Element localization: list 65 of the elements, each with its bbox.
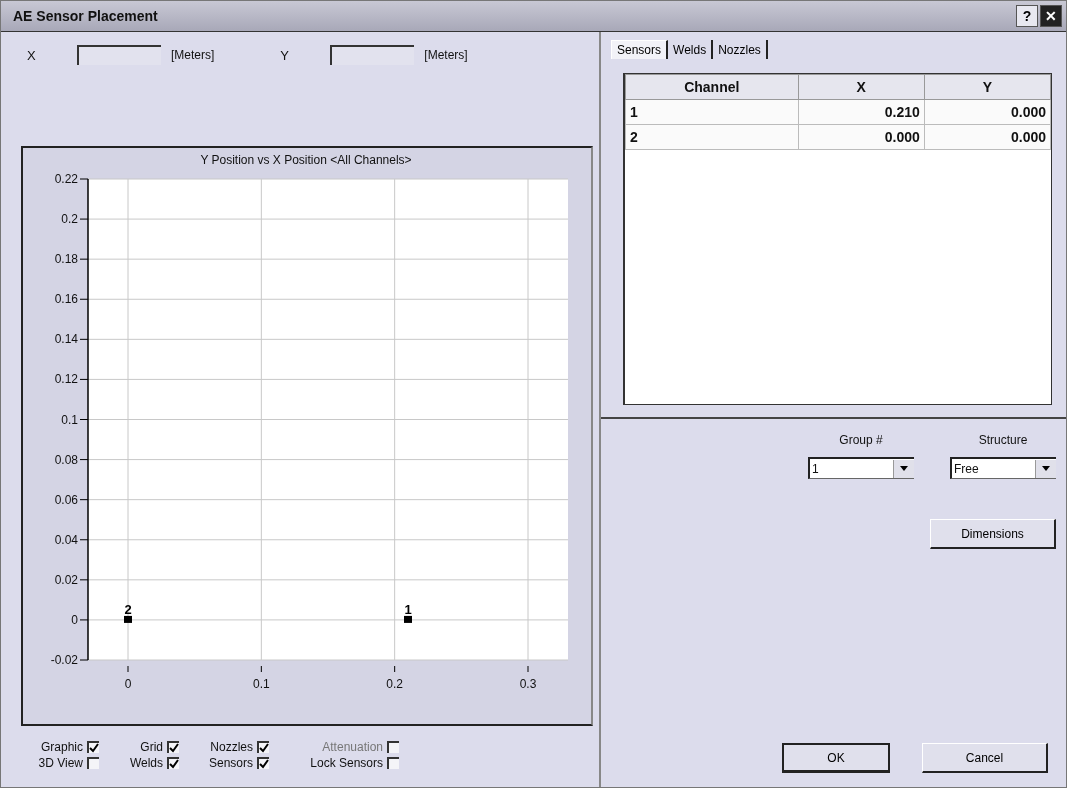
- table-cell: 0.000: [924, 99, 1051, 125]
- checkbox-label: Attenuation: [322, 740, 383, 754]
- structure-label: Structure: [978, 433, 1028, 447]
- table-cell: 0.000: [924, 124, 1051, 150]
- tab[interactable]: Sensors: [611, 40, 669, 59]
- y-tick-label: 0: [71, 612, 78, 627]
- y-tick-label: 0.22: [54, 172, 78, 186]
- table-cell: 0.210: [798, 99, 925, 125]
- group-dropdown[interactable]: 1: [808, 457, 914, 479]
- y-tick-label: 0.04: [54, 532, 78, 547]
- checkbox-label: Nozzles: [210, 740, 253, 754]
- sensor-marker: [404, 615, 412, 623]
- table-cell: 2: [625, 124, 799, 150]
- y-tick-label: 0.1: [61, 412, 78, 427]
- unit-label: [Meters]: [424, 48, 468, 62]
- field-label: X: [26, 47, 37, 63]
- chart-title: Y Position vs X Position <All Channels>: [200, 153, 412, 167]
- checkbox-label: Welds: [129, 756, 163, 770]
- checkbox[interactable]: [387, 757, 399, 769]
- checkbox-label: Graphic: [40, 740, 83, 754]
- checkbox-label: Grid: [140, 740, 163, 754]
- tab[interactable]: Welds: [668, 40, 714, 59]
- y-tick-label: -0.02: [50, 653, 78, 667]
- y-tick-label: 0.14: [54, 332, 78, 347]
- table-cell: 0.000: [798, 124, 925, 150]
- checkbox[interactable]: [167, 741, 179, 753]
- x-tick-label: 0.1: [253, 677, 270, 691]
- checkbox-label: Lock Sensors: [310, 756, 383, 770]
- checkbox-label: Sensors: [208, 756, 253, 770]
- y-tick-label: 0.02: [54, 572, 78, 587]
- checkbox[interactable]: [257, 757, 269, 769]
- sensor-label: 1: [404, 601, 412, 617]
- help-button[interactable]: ?: [1016, 5, 1038, 27]
- unit-label: [Meters]: [171, 48, 215, 62]
- structure-dropdown[interactable]: Free: [950, 457, 1056, 479]
- close-button[interactable]: ✕: [1040, 5, 1062, 27]
- y-tick-label: 0.16: [54, 292, 78, 307]
- x-tick-label: 0.3: [519, 677, 537, 691]
- y-tick-label: 0.2: [61, 212, 78, 227]
- dimensions-button[interactable]: Dimensions: [930, 519, 1056, 549]
- y-tick-label: 0.12: [54, 372, 78, 387]
- checkbox[interactable]: [87, 757, 99, 769]
- table-cell: 1: [625, 99, 799, 125]
- column-header: Y: [924, 74, 1051, 100]
- checkbox-label: 3D View: [38, 756, 83, 770]
- sensor-marker: [124, 615, 132, 623]
- input-field[interactable]: [77, 45, 161, 65]
- y-tick-label: 0.18: [54, 252, 78, 267]
- ok-button[interactable]: OK: [782, 743, 890, 773]
- checkbox[interactable]: [257, 741, 269, 753]
- tab[interactable]: Nozzles: [713, 40, 768, 59]
- x-tick-label: 0.2: [386, 677, 403, 691]
- field-label: Y: [279, 47, 290, 63]
- y-tick-label: 0.06: [54, 492, 78, 507]
- checkbox[interactable]: [87, 741, 99, 753]
- group-label: Group #: [839, 433, 883, 447]
- cancel-button[interactable]: Cancel: [922, 743, 1048, 773]
- window-title: AE Sensor Placement: [13, 8, 158, 24]
- column-header: X: [798, 74, 925, 100]
- input-field[interactable]: [330, 45, 415, 65]
- sensor-label: 2: [124, 601, 132, 617]
- column-header: Channel: [625, 74, 799, 100]
- checkbox[interactable]: [167, 757, 179, 769]
- y-tick-label: 0.08: [54, 452, 78, 467]
- x-tick-label: 0: [124, 677, 132, 691]
